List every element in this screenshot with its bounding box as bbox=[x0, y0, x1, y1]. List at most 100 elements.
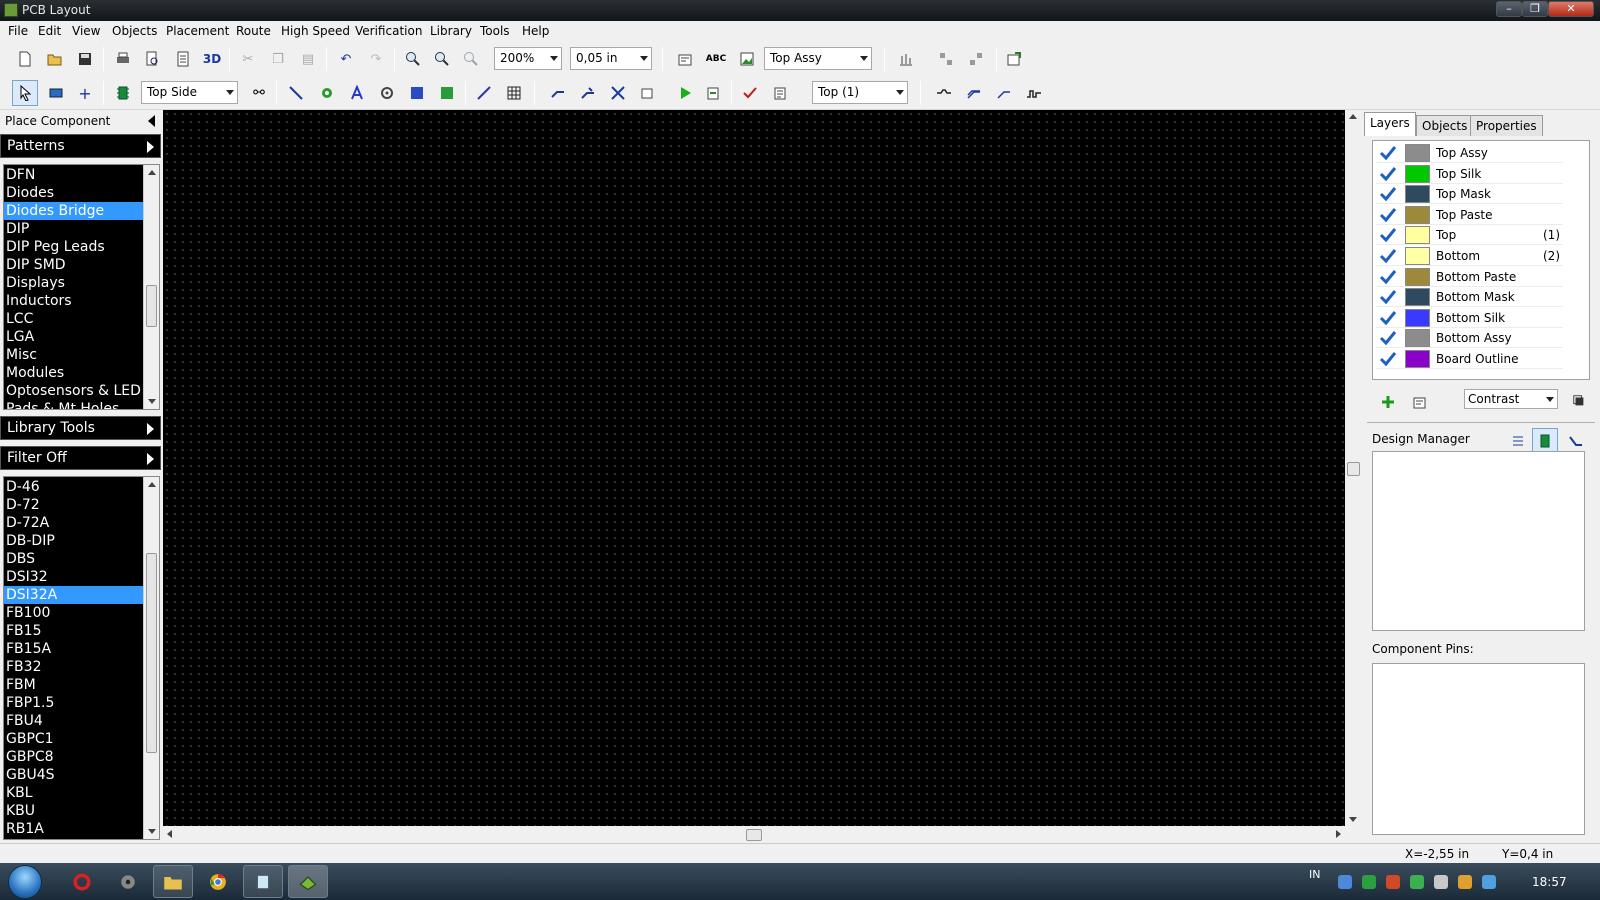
zoom-fit-icon[interactable] bbox=[461, 49, 481, 69]
component-list-item[interactable]: DBS bbox=[4, 550, 145, 568]
color-scheme-icon[interactable] bbox=[1572, 391, 1586, 411]
checkmark-icon[interactable] bbox=[1379, 289, 1397, 305]
drc-report-icon[interactable] bbox=[770, 83, 790, 103]
layer-combo[interactable]: Top Assy bbox=[764, 47, 872, 70]
checkmark-icon[interactable] bbox=[1379, 166, 1397, 182]
zoom-combo[interactable]: 200% bbox=[494, 47, 562, 70]
component-list-item[interactable]: KBL bbox=[4, 784, 145, 802]
undo-icon[interactable]: ↶ bbox=[336, 49, 356, 69]
component-list-item[interactable]: GBPC1 bbox=[4, 730, 145, 748]
menu-view[interactable]: View bbox=[72, 24, 100, 38]
layer-row[interactable]: Top Paste bbox=[1376, 205, 1563, 225]
layer-color-swatch[interactable] bbox=[1405, 308, 1430, 327]
start-button[interactable] bbox=[8, 865, 42, 899]
layer-color-swatch[interactable] bbox=[1405, 350, 1430, 368]
contrast-combo[interactable]: Contrast bbox=[1464, 389, 1558, 409]
menu-tools[interactable]: Tools bbox=[480, 24, 510, 38]
pattern-list-item[interactable]: Pads & Mt Holes bbox=[4, 400, 145, 409]
length-tune-icon[interactable] bbox=[934, 83, 954, 103]
tray-battery-icon[interactable] bbox=[1482, 875, 1496, 889]
pattern-list-item[interactable]: DIP SMD bbox=[4, 256, 145, 274]
menu-objects[interactable]: Objects bbox=[112, 24, 157, 38]
layer-settings-icon[interactable] bbox=[1410, 392, 1430, 412]
measure-icon[interactable] bbox=[474, 83, 494, 103]
run-autoroute-icon[interactable] bbox=[675, 83, 695, 103]
text-icon[interactable] bbox=[347, 83, 367, 103]
checkmark-icon[interactable] bbox=[1379, 310, 1397, 326]
expand-icon[interactable] bbox=[147, 141, 154, 153]
menu-library[interactable]: Library bbox=[430, 24, 472, 38]
open-folder-button[interactable] bbox=[45, 49, 65, 69]
minimize-button[interactable]: – bbox=[1496, 1, 1522, 17]
zoom-out-icon[interactable] bbox=[432, 49, 452, 69]
polygon-icon[interactable] bbox=[407, 83, 427, 103]
component-list-item[interactable]: DSI32 bbox=[4, 568, 145, 586]
canvas-horizontal-scrollbar[interactable] bbox=[163, 826, 1345, 843]
component-list-item[interactable]: FBM bbox=[4, 676, 145, 694]
library-tools-header[interactable]: Library Tools bbox=[0, 416, 161, 440]
layer-row[interactable]: Bottom Mask bbox=[1376, 287, 1563, 308]
side-combo[interactable]: Top Side bbox=[141, 81, 238, 104]
pad-icon[interactable] bbox=[317, 83, 337, 103]
copy-icon[interactable]: ❐ bbox=[268, 49, 288, 69]
menu-edit[interactable]: Edit bbox=[38, 24, 61, 38]
checkmark-icon[interactable] bbox=[1379, 145, 1397, 161]
tray-signal-icon[interactable] bbox=[1458, 875, 1472, 889]
component-list-item[interactable]: DSI32A bbox=[4, 586, 145, 604]
pcb-canvas[interactable] bbox=[163, 110, 1345, 826]
component-list-item[interactable]: RB1A bbox=[4, 820, 145, 838]
via-icon[interactable] bbox=[377, 83, 397, 103]
autoroute-report-icon[interactable] bbox=[703, 83, 723, 103]
export-icon[interactable] bbox=[1004, 49, 1024, 69]
layer-row[interactable]: Bottom (2) bbox=[1376, 246, 1563, 266]
add-layer-icon[interactable] bbox=[1378, 392, 1398, 412]
traces-view-icon[interactable] bbox=[1566, 431, 1586, 451]
component-list-item[interactable]: GBU4S bbox=[4, 766, 145, 784]
select-arrow-button[interactable] bbox=[12, 80, 38, 106]
drc-check-icon[interactable] bbox=[740, 83, 760, 103]
checkmark-icon[interactable] bbox=[1379, 269, 1397, 285]
checkmark-icon[interactable] bbox=[1379, 227, 1397, 243]
patterns-list[interactable]: DFN Diodes Diodes Bridge DIP DIP Peg Leads DI… bbox=[3, 164, 160, 410]
group-icon[interactable] bbox=[936, 49, 956, 69]
layer-color-swatch[interactable] bbox=[1405, 185, 1430, 204]
component-list-item[interactable]: FB32 bbox=[4, 658, 145, 676]
pcb-layout-task-icon[interactable] bbox=[288, 865, 328, 898]
layer-row[interactable]: Bottom Silk bbox=[1376, 308, 1563, 328]
pattern-list-item[interactable]: Inductors bbox=[4, 292, 145, 310]
pattern-list-item[interactable]: DIP Peg Leads bbox=[4, 238, 145, 256]
close-button[interactable]: ✕ bbox=[1548, 1, 1594, 17]
component-icon[interactable] bbox=[46, 83, 66, 103]
grid-combo[interactable]: 0,05 in bbox=[570, 47, 652, 70]
place-component-header[interactable]: Place Component bbox=[0, 110, 161, 132]
pattern-list-item[interactable]: Misc bbox=[4, 346, 145, 364]
pattern-list-item[interactable]: DFN bbox=[4, 166, 145, 184]
route-layer-combo[interactable]: Top (1) bbox=[812, 81, 908, 104]
collapse-icon[interactable] bbox=[148, 115, 155, 127]
line-icon[interactable] bbox=[286, 83, 306, 103]
checkmark-icon[interactable] bbox=[1379, 330, 1397, 346]
print-preview-button[interactable] bbox=[142, 49, 162, 69]
layer-row[interactable]: Top Mask bbox=[1376, 184, 1563, 205]
clock[interactable]: 18:57 bbox=[1532, 875, 1567, 889]
layer-color-swatch[interactable] bbox=[1405, 164, 1430, 183]
layer-row[interactable]: Board Outline bbox=[1376, 349, 1563, 369]
opera-icon[interactable] bbox=[62, 865, 102, 898]
menu-route[interactable]: Route bbox=[236, 24, 271, 38]
component-list-item[interactable]: FB15A bbox=[4, 640, 145, 658]
media-icon[interactable] bbox=[108, 865, 148, 898]
new-file-button[interactable] bbox=[15, 49, 35, 69]
layer-row[interactable]: Bottom Assy bbox=[1376, 328, 1563, 349]
component-list-item[interactable]: D-72A bbox=[4, 514, 145, 532]
route-split-icon[interactable] bbox=[608, 83, 628, 103]
layer-row[interactable]: Top Assy bbox=[1376, 143, 1563, 163]
menu-file[interactable]: File bbox=[8, 24, 28, 38]
component-list-item[interactable]: DB-DIP bbox=[4, 532, 145, 550]
language-indicator[interactable]: IN bbox=[1309, 868, 1320, 881]
component-pins-box[interactable] bbox=[1372, 663, 1585, 835]
component-list-item[interactable]: KBU bbox=[4, 802, 145, 820]
meander-icon[interactable] bbox=[1024, 83, 1044, 103]
report-button[interactable] bbox=[173, 49, 193, 69]
zoom-in-icon[interactable] bbox=[403, 49, 423, 69]
component-list-item[interactable]: GBPC8 bbox=[4, 748, 145, 766]
